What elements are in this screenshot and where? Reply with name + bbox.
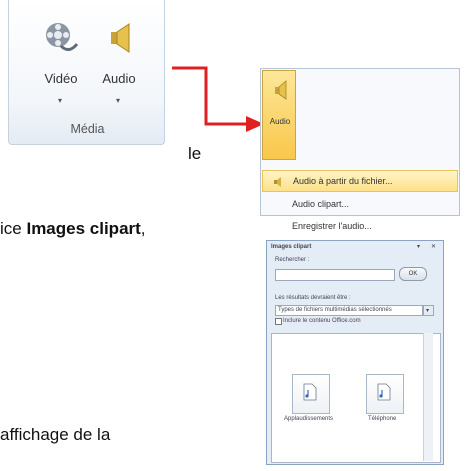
audio-ribbon-button[interactable]: Audio — [262, 70, 296, 160]
clipart-task-pane: Images clipart ▾ ✕ Rechercher : OK Les r… — [266, 240, 444, 465]
menu-item-audio-from-file[interactable]: Audio à partir du fichier... — [262, 170, 458, 192]
results-list: Applaudissements Téléphone — [271, 333, 441, 463]
audio-label: Audio — [102, 71, 136, 86]
arrow-connector — [172, 66, 264, 132]
search-label: Rechercher : — [275, 257, 310, 263]
search-input[interactable] — [275, 269, 395, 281]
audio-button[interactable]: Audio ▾ — [91, 0, 147, 112]
text-fragment-affichage: affichage de la — [0, 425, 111, 444]
clip-item-telephone[interactable] — [366, 374, 404, 414]
video-button[interactable]: Vidéo ▾ — [33, 0, 89, 112]
speaker-icon — [275, 80, 287, 100]
text-images-suffix: , — [140, 219, 146, 238]
menu-item-audio-clipart[interactable]: Audio clipart... — [262, 194, 458, 216]
chevron-down-icon: ▾ — [116, 96, 121, 105]
scrollbar[interactable] — [423, 333, 433, 461]
audio-file-icon — [377, 383, 391, 401]
pane-title: Images clipart — [271, 244, 312, 250]
pane-menu-icon[interactable]: ▾ — [417, 243, 420, 250]
media-type-select[interactable]: Types de fichiers multimédias sélectionn… — [275, 305, 423, 316]
chevron-down-icon[interactable]: ▾ — [423, 305, 434, 316]
clip-item-label: Téléphone — [368, 416, 397, 422]
checkbox-label: Inclure le contenu Office.com — [283, 318, 361, 324]
include-office-checkbox[interactable] — [275, 318, 282, 325]
audio-file-icon — [303, 383, 317, 401]
text-fragment-images: ice Images clipart, — [0, 219, 146, 239]
ok-button[interactable]: OK — [399, 267, 427, 281]
chevron-down-icon: ▾ — [58, 96, 63, 105]
ribbon-media-group: Vidéo ▾ Audio ▾ Média — [8, 0, 165, 145]
menu-item-label: Audio clipart... — [292, 199, 350, 209]
group-label: Média — [70, 122, 105, 136]
film-reel-icon — [46, 23, 79, 51]
select-value: Types de fichiers multimédias sélectionn… — [278, 307, 392, 313]
results-label: Les résultats devraient être : — [275, 295, 351, 301]
menu-item-label: Audio à partir du fichier... — [293, 176, 393, 186]
clip-item-applaudissements[interactable] — [292, 374, 330, 414]
menu-item-label: Enregistrer l'audio... — [292, 221, 372, 231]
text-images-prefix: ice — [0, 219, 27, 238]
text-fragment-le: le — [188, 144, 202, 163]
speaker-icon — [274, 177, 281, 187]
menu-item-record-audio[interactable]: Enregistrer l'audio... — [262, 216, 458, 238]
clip-item-label: Applaudissements — [284, 416, 334, 422]
close-icon[interactable]: ✕ — [431, 243, 436, 250]
text-images-bold: Images clipart — [26, 219, 141, 238]
audio-button-label: Audio — [269, 117, 291, 126]
video-label: Vidéo — [44, 71, 78, 86]
ok-button-label: OK — [408, 271, 418, 277]
speaker-icon — [111, 23, 130, 53]
